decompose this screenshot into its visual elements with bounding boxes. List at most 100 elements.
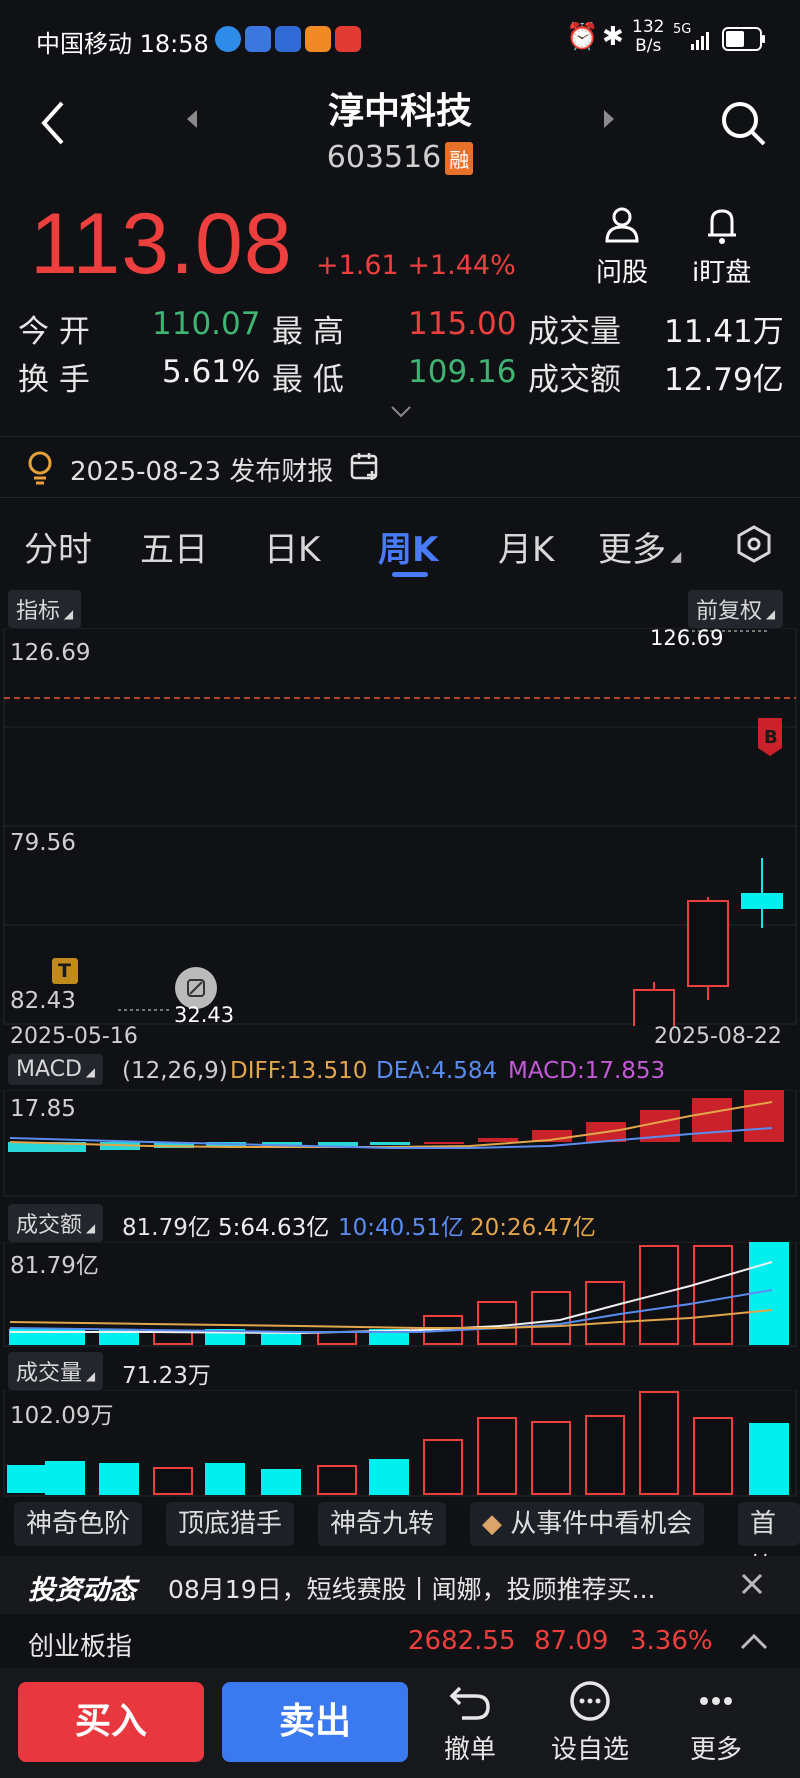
chip-first-sign[interactable]: 首签 <box>738 1502 800 1583</box>
stat-label-volume: 成交量 <box>528 314 621 350</box>
stat-label-high: 最 高 <box>272 314 344 350</box>
volume-selector[interactable]: 成交量 ◢ <box>8 1352 104 1390</box>
chip-magic-nine[interactable]: 神奇九转 <box>318 1502 447 1546</box>
app-icon <box>305 26 331 52</box>
volume-bar <box>205 1463 245 1495</box>
stat-label-amount: 成交额 <box>528 362 621 398</box>
active-tab-indicator <box>392 572 428 577</box>
tab-monthly-k[interactable]: 月K <box>498 522 554 571</box>
cancel-order-label: 撤单 <box>443 1735 496 1765</box>
turnover-chart[interactable] <box>0 1242 800 1348</box>
search-icon <box>722 102 766 146</box>
stat-value-turnover-rate: 5.61% <box>162 354 261 390</box>
turnover-ma5: 5:64.63亿 <box>218 1215 330 1241</box>
bluetooth-icon: ✱ <box>602 22 624 52</box>
add-watchlist-button[interactable]: 设自选 <box>550 1680 630 1766</box>
index-change: 87.09 <box>534 1626 609 1656</box>
more-label: 更多 <box>689 1735 742 1765</box>
macd-bar <box>370 1142 410 1145</box>
volume-bar <box>369 1459 409 1495</box>
turnover-header: 成交额 ◢ 81.79亿 5:64.63亿 10:40.51亿 20:26.47… <box>0 1204 800 1242</box>
stock-name: 淳中科技 <box>327 91 472 132</box>
macd-chart[interactable] <box>0 1090 800 1198</box>
turnover-bar <box>477 1301 517 1345</box>
chip-top-bottom[interactable]: 顶底猎手 <box>166 1502 295 1546</box>
tab-more[interactable]: 更多 ◢ <box>598 522 681 571</box>
margin-badge: 融 <box>445 142 474 175</box>
ask-stock-button[interactable]: 问股 <box>596 205 648 289</box>
buy-button[interactable]: 买入 <box>18 1682 204 1762</box>
more-button[interactable]: 更多 <box>686 1680 746 1766</box>
volume-bar <box>477 1417 517 1495</box>
turnover-bar <box>693 1245 733 1345</box>
lightbulb-icon <box>28 451 52 485</box>
chart-settings-button[interactable] <box>734 524 774 568</box>
watch-button[interactable]: i盯盘 <box>692 205 751 289</box>
stock-code-line: 603516 融 <box>0 140 800 175</box>
indicator-selector[interactable]: 指标 ◢ <box>8 590 82 628</box>
earnings-text: 2025-08-23 发布财报 <box>70 457 334 487</box>
chip-event-opportunity[interactable]: ◆ 从事件中看机会 <box>470 1502 705 1546</box>
last-price: 113.08 <box>30 196 293 292</box>
news-brand: 投资动态 <box>28 1575 136 1606</box>
earnings-notice[interactable]: 2025-08-23 发布财报 <box>0 436 800 498</box>
turnover-scale: 81.79亿 <box>10 1253 99 1279</box>
stat-value-low: 109.16 <box>408 354 517 390</box>
volume-bar <box>261 1469 301 1495</box>
expand-stats-button[interactable] <box>390 404 412 423</box>
status-bar: 中国移动 18:58 ⏰ ✱ 132 B/s 5G <box>0 0 800 80</box>
volume-bar <box>7 1465 47 1493</box>
volume-bar <box>531 1421 571 1495</box>
tab-intraday[interactable]: 分时 <box>24 522 92 571</box>
turnover-value: 81.79亿 <box>122 1215 211 1241</box>
stat-value-volume: 11.41万 <box>664 314 784 350</box>
watch-label: i盯盘 <box>692 258 752 288</box>
tab-weekly-k[interactable]: 周K <box>378 522 438 571</box>
close-icon[interactable] <box>740 1572 764 1596</box>
macd-bar <box>692 1098 732 1142</box>
turnover-bar <box>585 1281 625 1345</box>
turnover-selector[interactable]: 成交额 ◢ <box>8 1204 104 1242</box>
t-marker: T <box>58 960 71 982</box>
kline-chart[interactable] <box>0 628 800 1026</box>
cancel-order-button[interactable]: 撤单 <box>440 1680 500 1766</box>
stat-value-high: 115.00 <box>408 306 517 342</box>
volume-scale: 102.09万 <box>10 1403 114 1429</box>
adjust-selector[interactable]: 前复权 ◢ <box>688 590 784 628</box>
max-price-label: 126.69 <box>650 626 724 650</box>
bell-icon <box>707 209 736 244</box>
macd-selector[interactable]: MACD ◢ <box>8 1054 103 1085</box>
search-button[interactable] <box>720 100 768 152</box>
chip-magic-color[interactable]: 神奇色阶 <box>14 1502 143 1546</box>
volume-bar <box>317 1465 357 1495</box>
index-name: 创业板指 <box>28 1632 133 1662</box>
volume-bar <box>423 1439 463 1495</box>
app-icon <box>335 26 361 52</box>
volume-chart[interactable] <box>0 1390 800 1498</box>
index-pct: 3.36% <box>630 1626 713 1656</box>
macd-bar <box>424 1142 464 1144</box>
news-ticker[interactable]: 投资动态 08月19日，短线赛股丨闻娜，投顾推荐买... <box>0 1556 800 1614</box>
news-text: 08月19日，短线赛股丨闻娜，投顾推荐买... <box>168 1575 656 1604</box>
add-watchlist-label: 设自选 <box>550 1735 629 1765</box>
tab-daily-k[interactable]: 日K <box>264 522 320 571</box>
undo-icon <box>449 1686 490 1720</box>
volume-bar <box>99 1463 139 1495</box>
volume-bar <box>45 1461 85 1495</box>
macd-dea: DEA:4.584 <box>376 1058 498 1084</box>
b-marker: B <box>764 727 778 748</box>
macd-diff: DIFF:13.510 <box>230 1058 368 1084</box>
tab-five-day[interactable]: 五日 <box>140 522 208 571</box>
carrier-time: 中国移动 18:58 <box>36 30 209 58</box>
battery-icon <box>722 27 766 57</box>
ask-stock-label: 问股 <box>596 258 649 288</box>
index-bar[interactable]: 创业板指 2682.55 87.09 3.36% <box>0 1614 800 1668</box>
app-icon <box>275 26 301 52</box>
chevron-up-icon[interactable] <box>740 1632 768 1650</box>
candle <box>741 858 783 928</box>
y-axis-mid: 79.56 <box>10 830 76 856</box>
app-icon <box>215 26 241 52</box>
turnover-bar <box>153 1331 193 1345</box>
sell-button[interactable]: 卖出 <box>222 1682 408 1762</box>
diamond-icon: ◆ <box>482 1509 511 1539</box>
